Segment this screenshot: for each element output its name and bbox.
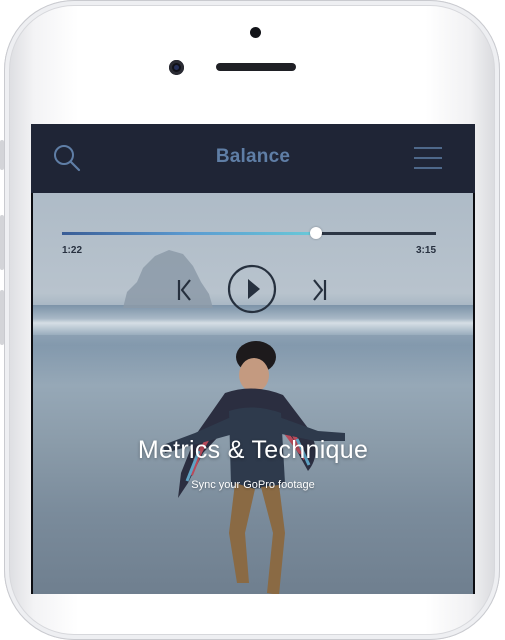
hero-headline: Metrics & Technique <box>137 436 369 464</box>
skip-forward-icon[interactable] <box>309 279 329 301</box>
progress-bar[interactable] <box>62 227 436 239</box>
volume-down-button <box>0 290 4 345</box>
play-icon[interactable] <box>227 264 277 314</box>
top-navbar: Balance <box>31 124 475 193</box>
mute-switch <box>0 140 4 170</box>
skip-back-icon[interactable] <box>175 279 195 301</box>
hamburger-menu-icon[interactable] <box>413 146 443 170</box>
progress-fill <box>62 232 316 235</box>
elapsed-time: 1:22 <box>62 245 83 256</box>
total-time: 3:15 <box>415 245 436 256</box>
beach-photo-background: 1:22 3:15 Metrics & Technique Sync your … <box>33 193 473 594</box>
front-camera <box>169 60 184 75</box>
volume-up-button <box>0 215 4 270</box>
sea-stack-rock <box>123 250 213 308</box>
proximity-sensor <box>250 27 261 38</box>
app-title: Balance <box>215 146 291 167</box>
app-screen: Balance 1:22 3:15 Metrics & Technique Sy… <box>31 124 475 594</box>
progress-scrubber-handle[interactable] <box>310 227 322 239</box>
earpiece-speaker <box>216 63 296 71</box>
hero-subline: Sync your GoPro footage <box>191 479 315 491</box>
